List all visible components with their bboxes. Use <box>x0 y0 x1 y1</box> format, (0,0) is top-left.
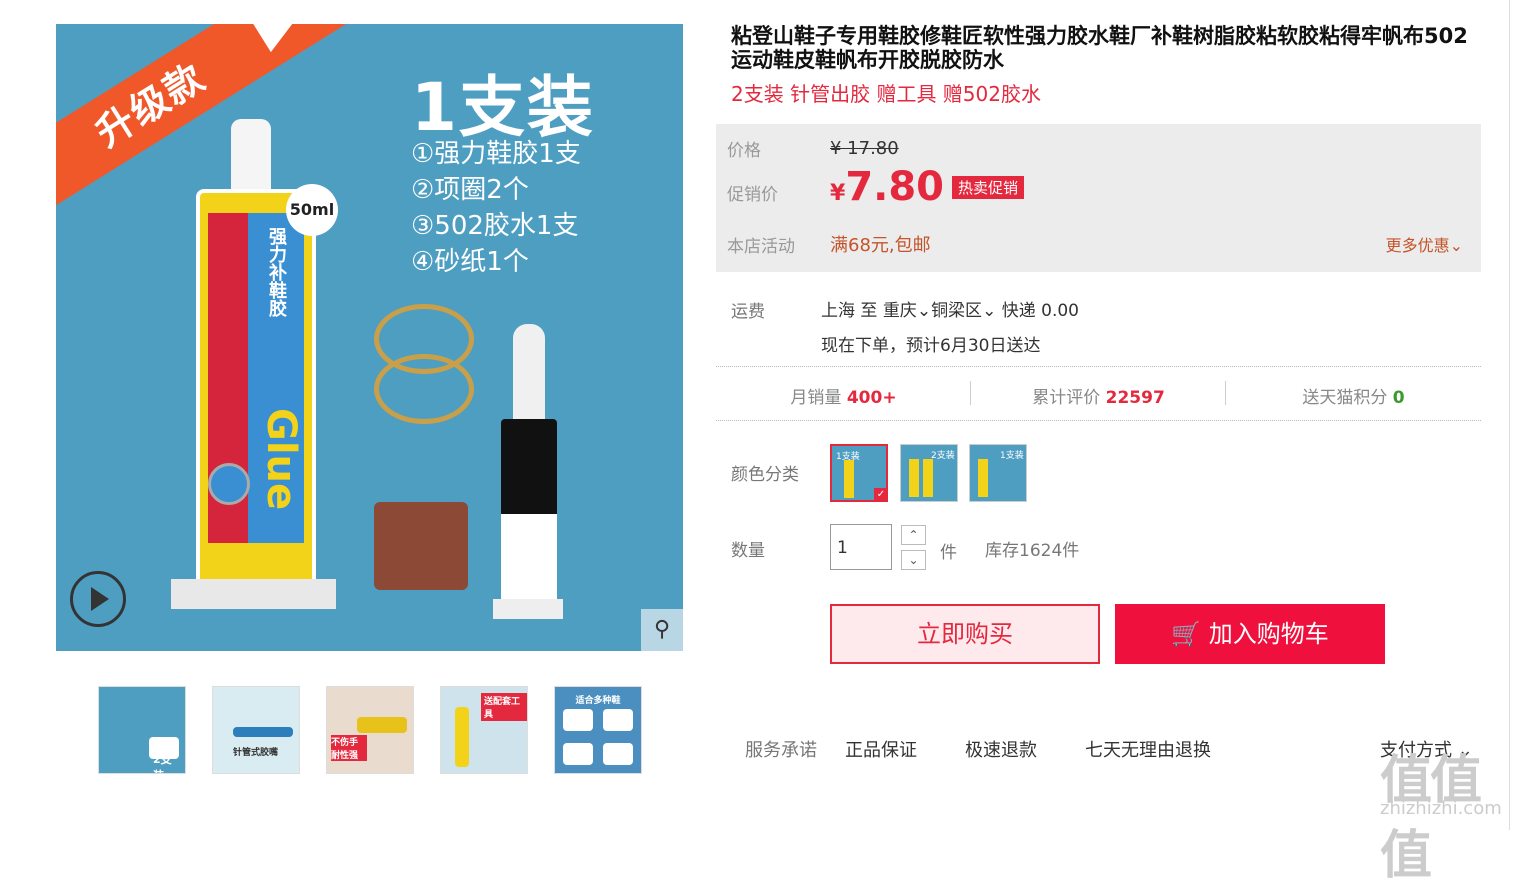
service-item[interactable]: 正品保证 <box>845 736 917 762</box>
quantity-input[interactable]: 1 <box>830 524 892 570</box>
volume-badge: 50ml <box>286 184 338 236</box>
thumbnail-caption: 针管式胶嘴 <box>233 748 279 758</box>
district-value: 铜梁区 <box>931 301 983 321</box>
tube-dot <box>208 463 250 505</box>
city-select[interactable]: 重庆⌄ <box>883 301 931 321</box>
stock-count: 库存1624件 <box>985 541 1080 561</box>
review-count-label: 累计评价 <box>1032 388 1101 408</box>
thumbnail-caption: 适合多种鞋 <box>575 696 621 706</box>
quantity-label: 数量 <box>731 541 765 561</box>
sandpaper <box>374 502 468 590</box>
thumbnail-caption: 2支装 <box>153 753 172 773</box>
thumbnail[interactable]: 2支装 <box>98 686 186 774</box>
thumbnail-caption: 送配套工具 <box>481 693 527 721</box>
service-item[interactable]: 极速退款 <box>965 736 1037 762</box>
shipping-label: 运费 <box>731 302 765 322</box>
service-item[interactable]: 七天无理由退换 <box>1085 736 1211 762</box>
cart-icon: 🛒 <box>1171 620 1202 648</box>
quantity-unit: 件 <box>940 543 957 563</box>
sku-options: 1支装 ✓ 2支装 1支装 <box>830 444 1030 506</box>
more-offers-button[interactable]: 更多优惠⌄ <box>1386 232 1463 256</box>
magnifier-icon[interactable]: ⚲ <box>641 609 683 651</box>
glue-tube-nozzle <box>231 119 271 194</box>
thumbnail[interactable]: 不伤手 耐性强 <box>326 686 414 774</box>
ship-from: 上海 <box>821 301 855 321</box>
promo-price-value: 7.80 <box>845 164 945 210</box>
ship-method: 快递 0.00 <box>1001 301 1079 321</box>
sku-option[interactable]: 1支装 <box>969 444 1027 502</box>
divider <box>716 366 1481 367</box>
quantity-increase-button[interactable]: ⌃ <box>901 525 926 545</box>
pack-item: ①强力鞋胶1支 <box>411 139 581 169</box>
small-glue-tube <box>501 419 557 604</box>
district-select[interactable]: 铜梁区⌄ <box>931 301 996 321</box>
buy-now-button[interactable]: 立即购买 <box>830 604 1100 664</box>
quantity-decrease-button[interactable]: ⌄ <box>901 550 926 570</box>
sku-option-selected[interactable]: 1支装 ✓ <box>830 444 888 502</box>
tmall-points: 送天猫积分 0 <box>1226 383 1481 408</box>
main-product-image[interactable]: 升级款 1支装 ①强力鞋胶1支 ②项圈2个 ③502胶水1支 ④砂纸1个 强力补… <box>56 24 683 651</box>
tmall-points-label: 送天猫积分 <box>1302 388 1388 408</box>
tube-brand-text: 强力补鞋胶 <box>266 227 287 317</box>
sku-option-label: 2支装 <box>931 451 955 461</box>
monthly-sales-label: 月销量 <box>790 388 842 408</box>
thumbnail[interactable]: 针管式胶嘴 <box>212 686 300 774</box>
price-panel: 价格 ¥ 17.80 促销价 ¥7.80 热卖促销 本店活动 满68元,包邮 更… <box>716 124 1481 272</box>
sales-stats: 月销量 400+ 累计评价 22597 送天猫积分 0 <box>716 381 1481 408</box>
service-label: 服务承诺 <box>745 740 817 761</box>
price-label: 价格 <box>727 141 761 161</box>
pack-contents: ①强力鞋胶1支 ②项圈2个 ③502胶水1支 ④砂纸1个 <box>411 136 581 280</box>
hot-sale-tag: 热卖促销 <box>952 176 1025 199</box>
activity-label: 本店活动 <box>727 237 795 257</box>
small-tube-base <box>493 599 563 619</box>
small-tube-nozzle <box>513 324 545 424</box>
pack-item: ③502胶水1支 <box>411 211 579 241</box>
rubber-ring <box>374 354 474 424</box>
chevron-down-icon: ⌄ <box>1449 236 1463 255</box>
monthly-sales: 月销量 400+ <box>716 383 971 408</box>
more-offers-label: 更多优惠 <box>1385 236 1450 255</box>
product-title: 粘登山鞋子专用鞋胶修鞋匠软性强力胶水鞋厂补鞋树脂胶粘软胶粘得牢帆布502运动鞋皮… <box>731 24 1468 72</box>
city-value: 重庆 <box>882 301 917 321</box>
tmall-points-value: 0 <box>1392 388 1405 408</box>
activity-text: 满68元,包邮 <box>830 235 931 256</box>
add-to-cart-button[interactable]: 🛒 加入购物车 <box>1115 604 1385 664</box>
thumbnail[interactable]: 送配套工具 <box>440 686 528 774</box>
shipping-route: 上海 至 重庆⌄铜梁区⌄ 快递 0.00 <box>821 296 1079 321</box>
review-count-value: 22597 <box>1105 388 1165 408</box>
sku-label: 颜色分类 <box>731 465 799 485</box>
pack-item: ②项圈2个 <box>411 175 529 205</box>
scrollbar[interactable] <box>1509 0 1510 830</box>
promo-price: ¥7.80 <box>830 164 944 210</box>
review-count[interactable]: 累计评价 22597 <box>971 383 1226 408</box>
glue-tube: 强力补鞋胶 Glue <box>196 189 316 587</box>
original-price: ¥ 17.80 <box>830 138 899 159</box>
sku-option-label: 1支装 <box>1000 451 1024 461</box>
currency-symbol: ¥ <box>830 181 846 206</box>
thumbnail-caption: 不伤手 耐性强 <box>331 735 367 761</box>
play-icon[interactable] <box>70 571 126 627</box>
divider <box>716 420 1481 421</box>
thumbnail[interactable]: 适合多种鞋 <box>554 686 642 774</box>
product-subtitle: 2支装 针管出胶 赠工具 赠502胶水 <box>731 82 1041 106</box>
chevron-down-icon: ⌄ <box>916 301 932 321</box>
ship-to-word: 至 <box>860 301 878 321</box>
pack-item: ④砂纸1个 <box>411 247 529 277</box>
delivery-eta: 现在下单，预计6月30日送达 <box>821 336 1041 356</box>
glue-tube-base <box>171 579 336 609</box>
monthly-sales-value: 400+ <box>846 388 897 408</box>
tube-glue-text: Glue <box>258 408 304 511</box>
add-to-cart-label: 加入购物车 <box>1208 620 1329 648</box>
watermark-site: zhizhizhi.com <box>1380 798 1502 819</box>
promo-price-label: 促销价 <box>727 185 778 205</box>
check-icon: ✓ <box>874 488 888 502</box>
chevron-down-icon: ⌄ <box>982 301 997 321</box>
sku-option[interactable]: 2支装 <box>900 444 958 502</box>
